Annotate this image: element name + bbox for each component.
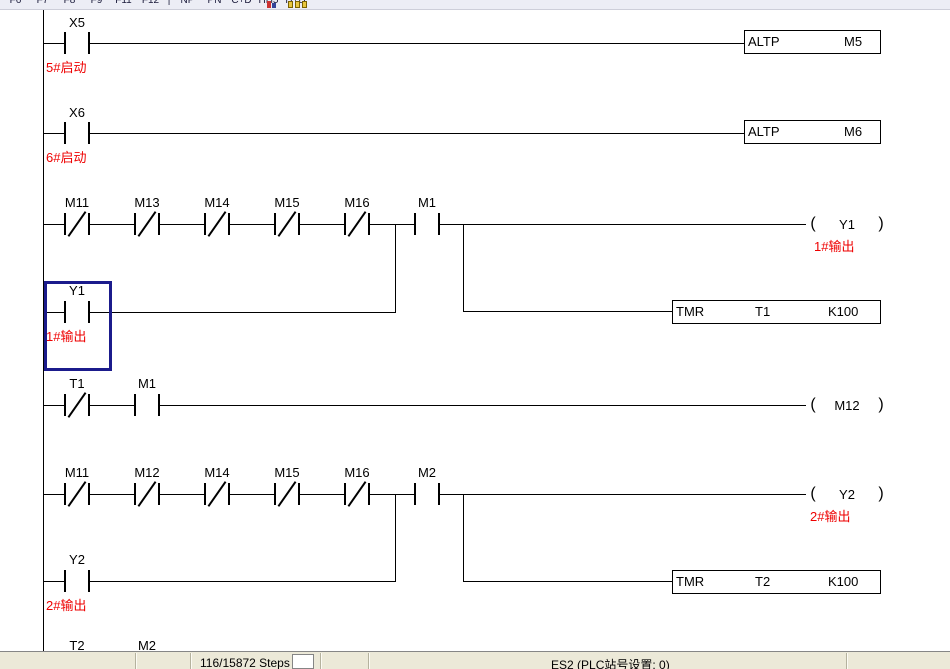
device-label: M12 bbox=[122, 465, 172, 480]
device-label-y2: Y2 bbox=[52, 552, 102, 567]
instruction-operand: M5 bbox=[844, 34, 862, 49]
comment-x5: 5#启动 bbox=[46, 57, 86, 76]
status-bar: 116/15872 Steps ES2 (PLC站号设置: 0) bbox=[0, 651, 950, 669]
instruction-op: ALTP bbox=[748, 34, 780, 49]
toolbar-key-f7[interactable]: F7 bbox=[29, 0, 56, 6]
device-label-m2: M2 bbox=[402, 465, 452, 480]
contact-no-x6[interactable] bbox=[64, 120, 90, 146]
instruction-operand: T2 bbox=[755, 574, 770, 589]
contact-no-m2[interactable] bbox=[414, 481, 440, 507]
wire bbox=[43, 43, 744, 44]
statusbar-separator bbox=[320, 653, 322, 669]
instruction-box-altp-m6[interactable]: ALTP M6 bbox=[744, 120, 881, 144]
wire bbox=[463, 311, 672, 312]
instruction-box-tmr-t2[interactable]: TMR T2 K100 bbox=[672, 570, 881, 594]
contact-nc[interactable] bbox=[204, 481, 230, 507]
wire bbox=[43, 133, 744, 134]
wire bbox=[43, 581, 395, 582]
device-label-m1: M1 bbox=[122, 376, 172, 391]
comment-x6: 6#启动 bbox=[46, 147, 86, 166]
branch-wire bbox=[395, 224, 396, 313]
contact-nc[interactable] bbox=[344, 211, 370, 237]
instruction-op: ALTP bbox=[748, 124, 780, 139]
plc-type-status: ES2 (PLC站号设置: 0) bbox=[551, 656, 670, 669]
toolbar-key-cd[interactable]: C+D bbox=[228, 0, 255, 6]
contact-nc[interactable] bbox=[64, 481, 90, 507]
selection-cursor bbox=[44, 281, 112, 371]
toolbar-key-np[interactable]: NP bbox=[174, 0, 201, 6]
device-label: M11 bbox=[52, 195, 102, 210]
chart-icon[interactable] bbox=[267, 1, 277, 8]
comment-y1-output: 1#输出 bbox=[814, 236, 854, 255]
statusbar-separator bbox=[135, 653, 137, 669]
device-label: M15 bbox=[262, 195, 312, 210]
steps-counter: 116/15872 Steps bbox=[200, 656, 290, 669]
contact-no-m1[interactable] bbox=[414, 211, 440, 237]
contact-no-m1[interactable] bbox=[134, 392, 160, 418]
statusbar-separator bbox=[368, 653, 370, 669]
device-label-x5: X5 bbox=[52, 15, 102, 30]
coil-y2[interactable]: ( Y2 ) bbox=[806, 483, 888, 505]
coil-open-paren: ( bbox=[806, 396, 820, 414]
contact-nc[interactable] bbox=[204, 211, 230, 237]
contact-nc[interactable] bbox=[274, 481, 300, 507]
contact-nc[interactable] bbox=[344, 481, 370, 507]
device-label-x6: X6 bbox=[52, 105, 102, 120]
instruction-operand: K100 bbox=[828, 574, 858, 589]
coil-device: Y1 bbox=[820, 217, 874, 232]
instruction-operand: T1 bbox=[755, 304, 770, 319]
coil-device: Y2 bbox=[820, 487, 874, 502]
coil-y1[interactable]: ( Y1 ) bbox=[806, 213, 888, 235]
contact-no-x5[interactable] bbox=[64, 30, 90, 56]
wire bbox=[463, 581, 672, 582]
device-label: M16 bbox=[332, 465, 382, 480]
toolbar-key-f6[interactable]: F6 bbox=[2, 0, 29, 6]
device-label: M15 bbox=[262, 465, 312, 480]
instruction-operand: M6 bbox=[844, 124, 862, 139]
device-label: M16 bbox=[332, 195, 382, 210]
device-label: M13 bbox=[122, 195, 172, 210]
toolbar-key-f9[interactable]: F9 bbox=[83, 0, 110, 6]
coil-open-paren: ( bbox=[806, 485, 820, 503]
contact-nc[interactable] bbox=[64, 211, 90, 237]
branch-wire bbox=[463, 224, 464, 312]
toolbar-key-f8[interactable]: F8 bbox=[56, 0, 83, 6]
instruction-op: TMR bbox=[676, 574, 704, 589]
device-label: M14 bbox=[192, 195, 242, 210]
instruction-op: TMR bbox=[676, 304, 704, 319]
contact-no-y2[interactable] bbox=[64, 568, 90, 594]
branch-wire bbox=[395, 494, 396, 582]
device-label-t1: T1 bbox=[52, 376, 102, 391]
coil-close-paren: ) bbox=[874, 215, 888, 233]
device-label: M14 bbox=[192, 465, 242, 480]
contact-nc[interactable] bbox=[134, 211, 160, 237]
toolbar-key-f11[interactable]: F11 bbox=[110, 0, 137, 6]
toolbar-separator: | bbox=[164, 0, 174, 6]
comment-y2-output: 2#输出 bbox=[810, 506, 850, 525]
contact-nc[interactable] bbox=[274, 211, 300, 237]
toolbar-key-pn[interactable]: PN bbox=[201, 0, 228, 6]
coil-open-paren: ( bbox=[806, 215, 820, 233]
toolbar-keys: F6 F7 F8 F9 F11 F12 | NP PN C+D HH5 H+D bbox=[2, 0, 309, 6]
statusbar-separator bbox=[846, 653, 848, 669]
contact-nc-t1[interactable] bbox=[64, 392, 90, 418]
branch-wire bbox=[463, 494, 464, 581]
comment-y2-branch: 2#输出 bbox=[46, 595, 86, 614]
coil-device: M12 bbox=[820, 398, 874, 413]
function-key-toolbar: F6 F7 F8 F9 F11 F12 | NP PN C+D HH5 H+D bbox=[0, 0, 950, 10]
coil-close-paren: ) bbox=[874, 396, 888, 414]
statusbar-box bbox=[292, 654, 314, 669]
yellow-blocks-icon[interactable] bbox=[288, 1, 310, 8]
toolbar-key-f12[interactable]: F12 bbox=[137, 0, 164, 6]
instruction-box-tmr-t1[interactable]: TMR T1 K100 bbox=[672, 300, 881, 324]
device-label: M11 bbox=[52, 465, 102, 480]
instruction-operand: K100 bbox=[828, 304, 858, 319]
coil-close-paren: ) bbox=[874, 485, 888, 503]
coil-m12[interactable]: ( M12 ) bbox=[806, 394, 888, 416]
statusbar-separator bbox=[190, 653, 192, 669]
plc-ladder-editor: F6 F7 F8 F9 F11 F12 | NP PN C+D HH5 H+D … bbox=[0, 0, 950, 669]
device-label-m1: M1 bbox=[402, 195, 452, 210]
instruction-box-altp-m5[interactable]: ALTP M5 bbox=[744, 30, 881, 54]
contact-nc[interactable] bbox=[134, 481, 160, 507]
